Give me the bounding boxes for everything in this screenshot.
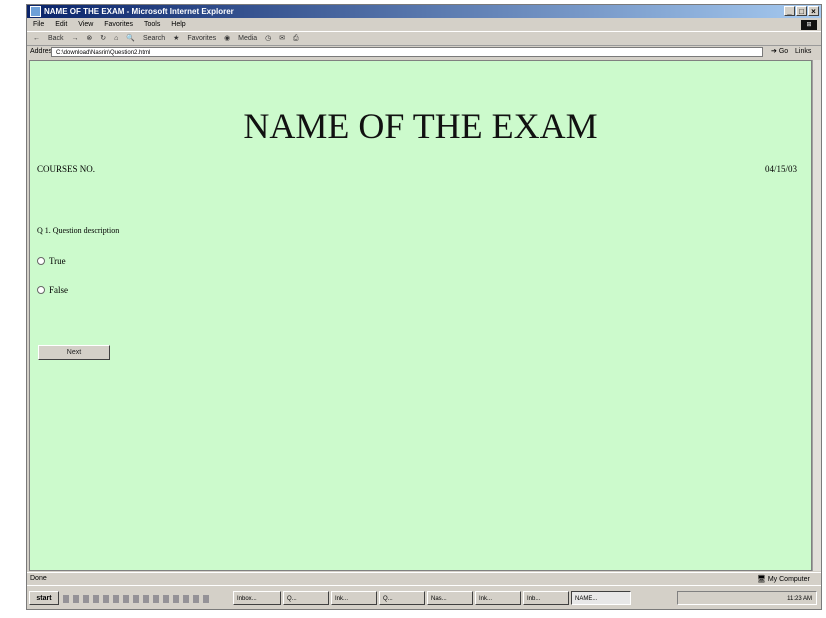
task-button[interactable]: Q... [283,591,329,605]
menu-help[interactable]: Help [171,21,185,28]
zone-text: My Computer [767,576,810,583]
address-bar: Address C:\download\Nasrin\Question2.htm… [27,45,821,59]
radio-true[interactable] [37,257,45,265]
go-label: Go [778,48,789,55]
address-input[interactable]: C:\download\Nasrin\Question2.html [51,47,763,57]
option-true[interactable]: True [37,256,66,266]
task-button[interactable]: Ink... [475,591,521,605]
vertical-scrollbar[interactable] [812,60,821,571]
task-button[interactable]: Nas... [427,591,473,605]
task-button[interactable]: Q... [379,591,425,605]
go-button[interactable]: ➔ Go [771,45,788,59]
favorites-button[interactable]: ★ Favorites [173,35,216,42]
print-icon[interactable]: ⎙ [293,35,299,42]
window-controls: _ □ × [784,6,819,16]
minimize-button[interactable]: _ [784,6,795,16]
menu-file[interactable]: File [33,21,44,28]
menu-view[interactable]: View [78,21,93,28]
window-title: NAME OF THE EXAM - Microsoft Internet Ex… [44,7,234,16]
exam-date: 04/15/03 [764,164,797,174]
back-button[interactable]: ← Back [33,35,64,42]
option-false-label: False [49,285,68,295]
favorites-label: Favorites [187,35,217,42]
links-button[interactable]: Links [795,45,811,59]
home-icon[interactable]: ⌂ [114,35,118,42]
exam-title: NAME OF THE EXAM [243,106,598,146]
standard-toolbar: ← Back → ⊗ ↻ ⌂ 🔍 Search ★ Favorites ◉ Me… [27,31,821,46]
maximize-button[interactable]: □ [796,6,807,16]
task-button-active[interactable]: NAME... [571,591,631,605]
forward-button[interactable]: → [71,35,78,42]
ie-icon [30,6,41,17]
close-button[interactable]: × [808,6,819,16]
system-tray: 11:23 AM [677,591,817,605]
search-label: Search [142,35,166,42]
course-number: COURSES NO. [37,164,96,174]
menu-favorites[interactable]: Favorites [104,21,133,28]
radio-false[interactable] [37,286,45,294]
page-content: NAME OF THE EXAM COURSES NO. 04/15/03 Q … [29,60,812,571]
next-button[interactable]: Next [38,345,110,360]
history-icon[interactable]: ◷ [265,35,271,42]
title-bar: NAME OF THE EXAM - Microsoft Internet Ex… [27,5,821,18]
quick-launch[interactable] [63,595,213,603]
menu-bar: File Edit View Favorites Tools Help [27,19,821,30]
status-bar: Done 🖥 My Computer [27,572,821,585]
task-button[interactable]: Ink... [331,591,377,605]
media-label: Media [238,35,258,42]
taskbar: start Inbox... Q... Ink... Q... Nas... I… [27,585,821,609]
menu-tools[interactable]: Tools [144,21,160,28]
stop-icon[interactable]: ⊗ [86,35,92,42]
browser-window: NAME OF THE EXAM - Microsoft Internet Ex… [26,4,822,610]
task-button[interactable]: Inbox... [233,591,281,605]
start-button[interactable]: start [29,591,59,605]
media-button[interactable]: ◉ Media [224,35,257,42]
search-button[interactable]: 🔍 Search [126,35,165,42]
task-button[interactable]: Inb... [523,591,569,605]
refresh-icon[interactable]: ↻ [100,35,106,42]
option-false[interactable]: False [37,285,68,295]
mail-icon[interactable]: ✉ [279,35,285,42]
clock: 11:23 AM [787,596,812,602]
question-text: Q 1. Question description [37,226,120,235]
menu-edit[interactable]: Edit [55,21,67,28]
back-label: Back [47,35,64,42]
windows-logo-icon: ⊞ [801,20,817,30]
option-true-label: True [49,256,66,266]
status-text: Done [30,575,47,582]
